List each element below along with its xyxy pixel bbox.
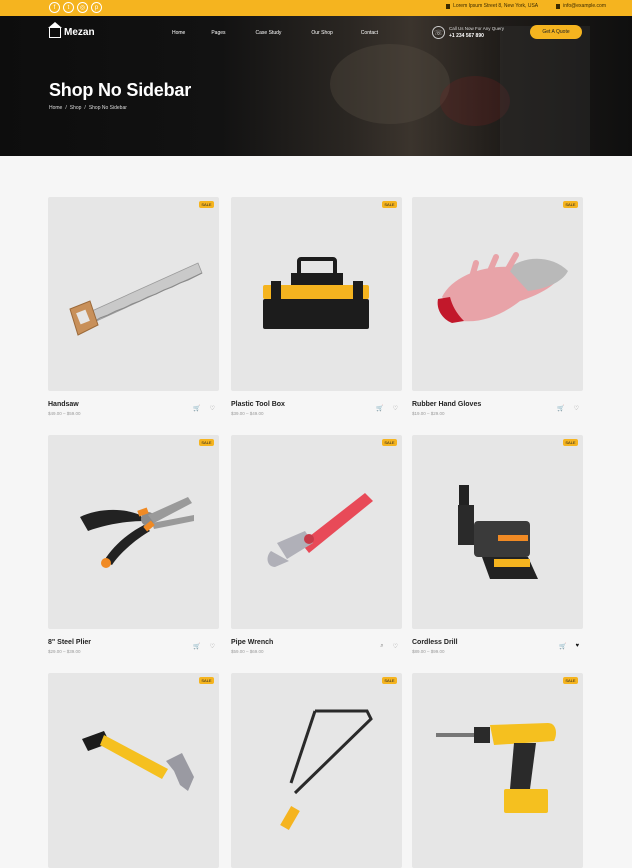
nav-item-case-study[interactable]: Case Study bbox=[256, 30, 282, 36]
facebook-icon[interactable]: f bbox=[49, 2, 60, 13]
mail-icon bbox=[556, 3, 561, 9]
cart-icon[interactable]: 🛒 bbox=[193, 405, 200, 412]
sale-badge: SALE bbox=[199, 677, 214, 684]
sale-badge: SALE bbox=[563, 439, 578, 446]
hero-banner: Mezan Home Pages Case Study Our Shop Con… bbox=[0, 16, 632, 156]
breadcrumb-home[interactable]: Home bbox=[49, 105, 62, 111]
social-links: f t ◎ p bbox=[49, 2, 102, 13]
breadcrumb-shop[interactable]: Shop bbox=[70, 105, 82, 111]
nav-item-home[interactable]: Home bbox=[172, 30, 185, 36]
brand-name: Mezan bbox=[64, 27, 95, 38]
page-title: Shop No Sidebar bbox=[49, 80, 192, 100]
gloves-icon bbox=[437, 252, 568, 323]
top-contact: Lorem Ipsum Street 8, New York, USA info… bbox=[446, 3, 606, 9]
product-image[interactable]: SALE bbox=[231, 197, 402, 391]
product-name[interactable]: Handsaw bbox=[48, 401, 79, 408]
product-actions: 🛒 ♡ bbox=[376, 405, 398, 412]
product-card[interactable]: SALE Plastic Tool Box $39.00 – $49.00 🛒 … bbox=[231, 197, 402, 416]
breadcrumb: Home / Shop / Shop No Sidebar bbox=[49, 105, 127, 111]
product-card[interactable]: SALE 8" Steel Plier $29.00 – $39.00 🛒 ♡ bbox=[48, 435, 219, 654]
product-image[interactable]: SALE bbox=[412, 673, 583, 868]
product-name[interactable]: Pipe Wrench bbox=[231, 639, 273, 646]
main-nav: Home Pages Case Study Our Shop Contact bbox=[172, 30, 378, 36]
get-quote-button[interactable]: Get A Quote bbox=[530, 25, 582, 39]
product-card[interactable]: SALE Cordless Drill $89.00 – $99.00 🛒 ♥ bbox=[412, 435, 583, 654]
sale-badge: SALE bbox=[563, 677, 578, 684]
sale-badge: SALE bbox=[199, 201, 214, 208]
product-card[interactable]: SALE Handsaw $49.00 – $59.00 🛒 ♡ bbox=[48, 197, 219, 416]
tool-box-icon bbox=[263, 257, 369, 329]
product-actions: ⌕ ♡ bbox=[380, 643, 398, 650]
heart-icon[interactable]: ♡ bbox=[393, 405, 398, 412]
product-card[interactable]: SALE Pipe Wrench $59.00 – $69.00 ⌕ ♡ bbox=[231, 435, 402, 654]
nav-item-our-shop[interactable]: Our Shop bbox=[311, 30, 332, 36]
pipe-wrench-icon bbox=[267, 493, 373, 567]
logo[interactable]: Mezan bbox=[48, 21, 95, 38]
cart-icon[interactable]: 🛒 bbox=[193, 643, 200, 650]
breadcrumb-current: Shop No Sidebar bbox=[88, 105, 127, 111]
product-price: $29.00 – $39.00 bbox=[48, 649, 81, 654]
location-icon bbox=[446, 3, 451, 9]
product-actions: 🛒 ♥ bbox=[559, 643, 579, 650]
heart-icon[interactable]: ♡ bbox=[210, 405, 215, 412]
product-price: $39.00 – $49.00 bbox=[231, 411, 264, 416]
product-card[interactable]: SALE bbox=[231, 673, 402, 868]
product-image[interactable]: SALE bbox=[231, 673, 402, 868]
product-actions: 🛒 ♡ bbox=[193, 405, 215, 412]
pinterest-icon[interactable]: p bbox=[91, 2, 102, 13]
sale-badge: SALE bbox=[382, 201, 397, 208]
product-image[interactable]: SALE bbox=[412, 197, 583, 391]
product-name[interactable]: Cordless Drill bbox=[412, 639, 458, 646]
product-image[interactable]: SALE bbox=[48, 673, 219, 868]
phone-icon: ☏ bbox=[432, 26, 445, 39]
heart-icon[interactable]: ♡ bbox=[574, 405, 579, 412]
product-price: $59.00 – $69.00 bbox=[231, 649, 264, 654]
call-us: ☏ Call Us Now For Any Query +1 234 567 89… bbox=[432, 25, 504, 40]
product-price: $19.00 – $29.00 bbox=[412, 411, 445, 416]
product-actions: 🛒 ♡ bbox=[193, 643, 215, 650]
product-card[interactable]: SALE Rubber Hand Gloves $19.00 – $29.00 … bbox=[412, 197, 583, 416]
house-logo-icon bbox=[48, 21, 62, 38]
nav-item-pages[interactable]: Pages bbox=[211, 30, 225, 36]
twitter-icon[interactable]: t bbox=[63, 2, 74, 13]
product-name[interactable]: Plastic Tool Box bbox=[231, 401, 285, 408]
sale-badge: SALE bbox=[382, 677, 397, 684]
product-image[interactable]: SALE bbox=[48, 435, 219, 629]
handsaw-icon bbox=[69, 262, 203, 336]
product-image[interactable]: SALE bbox=[231, 435, 402, 629]
top-bar: f t ◎ p Lorem Ipsum Street 8, New York, … bbox=[0, 0, 632, 16]
product-price: $89.00 – $99.00 bbox=[412, 649, 445, 654]
sale-badge: SALE bbox=[563, 201, 578, 208]
product-name[interactable]: Rubber Hand Gloves bbox=[412, 401, 481, 408]
product-price: $49.00 – $59.00 bbox=[48, 411, 81, 416]
email[interactable]: info@example.com bbox=[556, 3, 606, 9]
instagram-icon[interactable]: ◎ bbox=[77, 2, 88, 13]
product-name[interactable]: 8" Steel Plier bbox=[48, 639, 91, 646]
power-drill-icon bbox=[436, 723, 556, 813]
sale-badge: SALE bbox=[382, 439, 397, 446]
product-image[interactable]: SALE bbox=[412, 435, 583, 629]
cart-icon[interactable]: 🛒 bbox=[376, 405, 383, 412]
product-image[interactable]: SALE bbox=[48, 197, 219, 391]
heart-icon[interactable]: ♡ bbox=[210, 643, 215, 650]
sale-badge: SALE bbox=[199, 439, 214, 446]
search-icon[interactable]: ⌕ bbox=[380, 643, 383, 650]
pliers-icon bbox=[80, 497, 194, 568]
nav-item-contact[interactable]: Contact bbox=[361, 30, 378, 36]
hammer-icon bbox=[82, 731, 194, 791]
cart-icon[interactable]: 🛒 bbox=[557, 405, 564, 412]
heart-icon[interactable]: ♥ bbox=[575, 643, 579, 650]
product-card[interactable]: SALE bbox=[412, 673, 583, 868]
address: Lorem Ipsum Street 8, New York, USA bbox=[446, 3, 538, 9]
rotary-hammer-icon bbox=[458, 485, 538, 579]
heart-icon[interactable]: ♡ bbox=[393, 643, 398, 650]
cart-icon[interactable]: 🛒 bbox=[559, 643, 566, 650]
coping-saw-icon bbox=[280, 709, 373, 831]
phone-number[interactable]: +1 234 567 890 bbox=[449, 33, 484, 39]
product-card[interactable]: SALE bbox=[48, 673, 219, 868]
product-actions: 🛒 ♡ bbox=[557, 405, 579, 412]
